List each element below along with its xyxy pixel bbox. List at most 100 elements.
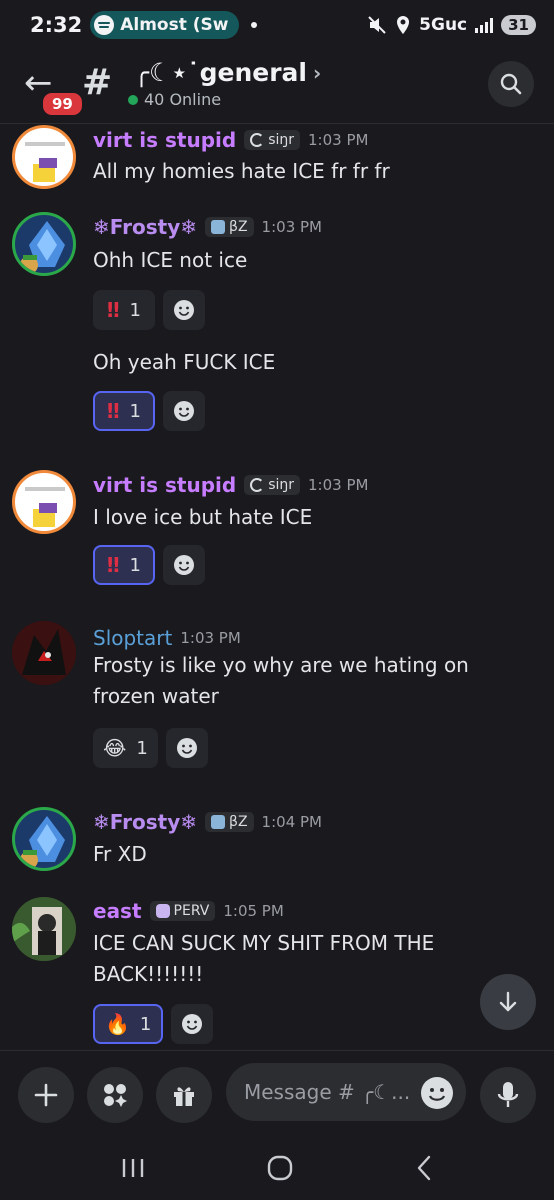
clan-tag[interactable]: βZ xyxy=(205,812,254,832)
status-icons: 5Guc 31 xyxy=(367,15,536,35)
add-reaction-button[interactable] xyxy=(163,290,205,330)
clan-tag[interactable]: PERV xyxy=(149,901,216,921)
attach-button[interactable] xyxy=(18,1067,74,1123)
battery-icon: 31 xyxy=(501,15,536,35)
add-reaction-button[interactable] xyxy=(165,728,208,768)
message-placeholder: Message # ╭☾... xyxy=(244,1080,411,1104)
timestamp: 1:04 PM xyxy=(261,813,322,831)
message-text: ICE CAN SUCK MY SHIT FROM THE BACK!!!!!!… xyxy=(93,931,435,986)
clan-tag-text: βZ xyxy=(229,219,248,235)
timestamp: 1:03 PM xyxy=(308,131,369,149)
username[interactable]: virt is stupid xyxy=(93,473,236,497)
reaction-chip[interactable]: 😂 1 xyxy=(93,728,158,768)
smile-plus-icon xyxy=(182,1014,203,1034)
channel-name-text: ╭☾⋆˙general xyxy=(134,58,307,87)
avatar[interactable] xyxy=(12,212,76,276)
composer: Message # ╭☾... xyxy=(0,1050,554,1135)
status-bar: 2:32 Almost (Sw 5Guc 31 xyxy=(0,0,554,50)
clan-tag-text: siŋr xyxy=(268,477,295,493)
message-text: Fr XD xyxy=(93,842,147,866)
mic-icon xyxy=(497,1082,519,1107)
search-button[interactable] xyxy=(488,61,534,107)
skull-icon xyxy=(155,904,170,918)
add-reaction-button[interactable] xyxy=(171,1004,214,1044)
username[interactable]: ❄Frosty❄ xyxy=(93,810,197,834)
home-icon[interactable] xyxy=(266,1154,294,1182)
voice-button[interactable] xyxy=(480,1067,536,1123)
username[interactable]: ❄Frosty❄ xyxy=(93,215,197,239)
timestamp: 1:03 PM xyxy=(308,476,369,494)
chevron-right-icon: › xyxy=(313,60,322,85)
plus-icon xyxy=(34,1083,58,1107)
username[interactable]: virt is stupid xyxy=(93,128,236,152)
channel-header: ← 99 # ╭☾⋆˙general › 40 Online xyxy=(0,50,554,124)
message-text: I love ice but hate ICE xyxy=(93,505,313,529)
reaction-bar: 😂 1 xyxy=(93,728,208,768)
signal-icon xyxy=(475,17,494,33)
reaction-count: 1 xyxy=(129,400,141,422)
online-count: 40 Online xyxy=(128,90,221,109)
message-text: Ohh ICE not ice xyxy=(93,248,248,272)
reaction-bar: ‼ 1 xyxy=(93,290,205,330)
double-exclamation-icon: ‼ xyxy=(107,399,120,423)
unread-badge: 99 xyxy=(40,90,85,118)
timestamp: 1:03 PM xyxy=(180,629,241,647)
timestamp: 1:05 PM xyxy=(223,902,284,920)
username[interactable]: east xyxy=(93,899,142,923)
swirl-icon xyxy=(211,220,226,234)
network-label: 5Guc xyxy=(419,15,468,35)
clan-tag[interactable]: siŋr xyxy=(244,475,301,495)
media-title: Almost (Sw xyxy=(120,15,229,35)
apps-button[interactable] xyxy=(87,1067,143,1123)
reaction-chip[interactable]: 🔥 1 xyxy=(93,1004,164,1044)
reaction-chip[interactable]: ‼ 1 xyxy=(93,290,155,330)
avatar[interactable] xyxy=(12,470,76,534)
clock: 2:32 xyxy=(30,13,83,37)
message-text: Oh yeah FUCK ICE xyxy=(93,350,276,374)
reaction-count: 1 xyxy=(129,554,141,576)
double-exclamation-icon: ‼ xyxy=(107,298,120,322)
location-icon xyxy=(397,16,410,34)
message-text: Frosty is like yo why are we hating on f… xyxy=(93,653,469,708)
apps-icon xyxy=(104,1084,127,1107)
avatar[interactable] xyxy=(12,125,76,189)
reaction-count: 1 xyxy=(129,299,141,321)
hash-icon: # xyxy=(82,62,113,103)
username[interactable]: Sloptart xyxy=(93,626,172,650)
avatar[interactable] xyxy=(12,621,76,685)
clan-tag[interactable]: βZ xyxy=(205,217,254,237)
clan-tag[interactable]: siŋr xyxy=(244,130,301,150)
avatar[interactable] xyxy=(12,807,76,871)
system-nav-bar xyxy=(0,1135,554,1200)
message-list[interactable]: virt is stupid siŋr 1:03 PM All my homie… xyxy=(0,125,554,1049)
reaction-chip[interactable]: ‼ 1 xyxy=(93,391,155,431)
avatar[interactable] xyxy=(12,897,76,961)
media-pill[interactable]: Almost (Sw xyxy=(90,11,239,39)
online-count-text: 40 Online xyxy=(144,90,222,109)
emoji-button[interactable] xyxy=(420,1076,454,1110)
clan-tag-text: βZ xyxy=(229,814,248,830)
gift-icon xyxy=(174,1087,194,1106)
gift-button[interactable] xyxy=(156,1067,212,1123)
back-icon[interactable] xyxy=(414,1154,434,1182)
moon-icon xyxy=(250,133,265,147)
online-dot-icon xyxy=(128,94,138,105)
recents-icon[interactable] xyxy=(120,1156,146,1180)
reaction-bar: ‼ 1 xyxy=(93,391,205,431)
spotify-icon xyxy=(94,15,115,35)
reaction-chip[interactable]: ‼ 1 xyxy=(93,545,155,585)
add-reaction-button[interactable] xyxy=(163,545,205,585)
mute-icon xyxy=(368,16,386,34)
fire-emoji-icon: 🔥 xyxy=(105,1012,130,1036)
search-icon xyxy=(500,73,522,95)
smile-plus-icon xyxy=(176,738,197,758)
reaction-bar: ‼ 1 xyxy=(93,545,205,585)
message-text: All my homies hate ICE fr fr fr xyxy=(93,159,390,183)
smile-plus-icon xyxy=(174,300,194,320)
channel-title[interactable]: ╭☾⋆˙general › xyxy=(134,58,321,87)
jump-to-bottom-button[interactable] xyxy=(480,974,536,1030)
add-reaction-button[interactable] xyxy=(163,391,205,431)
arrow-down-icon xyxy=(499,991,517,1012)
notification-dot xyxy=(250,22,257,28)
joy-emoji-icon: 😂 xyxy=(103,736,127,760)
